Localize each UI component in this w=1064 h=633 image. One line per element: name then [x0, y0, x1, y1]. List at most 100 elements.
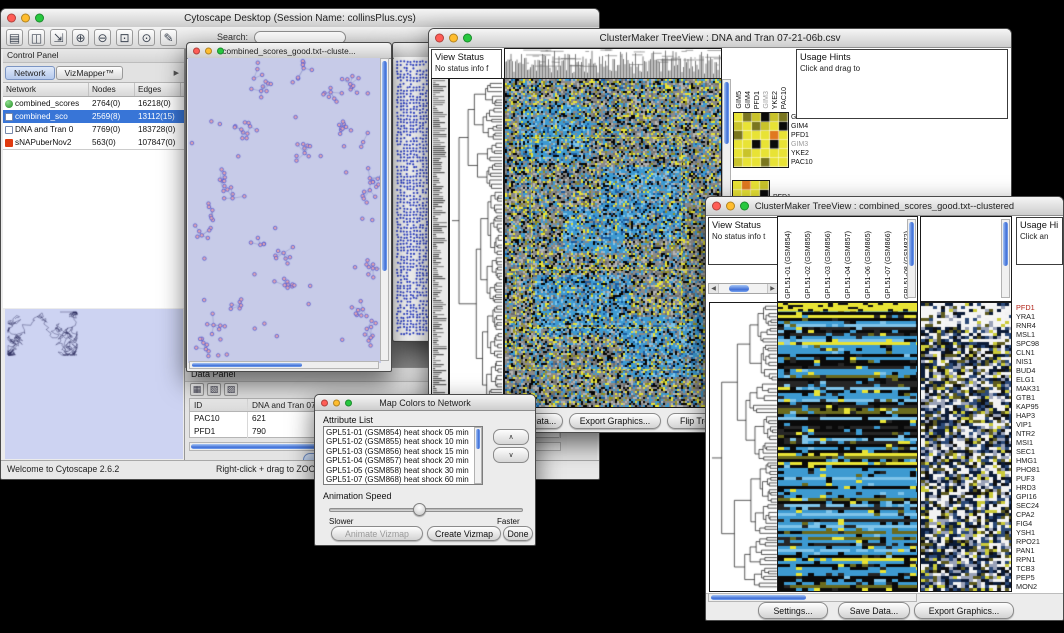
- secondary-header-vscrollbar[interactable]: [1001, 219, 1010, 298]
- dna-column-dendrogram-canvas[interactable]: [505, 49, 721, 78]
- gene-label[interactable]: PAN1: [1016, 546, 1063, 555]
- dna-heatmap-canvas[interactable]: [505, 79, 721, 407]
- settings-button[interactable]: Settings...: [758, 602, 828, 619]
- attribute-item[interactable]: GPL51-05 (GSM858) heat shock 30 min: [326, 466, 480, 475]
- gene-label[interactable]: RPO21: [1016, 537, 1063, 546]
- save-data-button[interactable]: Save Data...: [838, 602, 910, 619]
- attribute-listbox[interactable]: GPL51-01 (GSM854) heat shock 05 min GPL51…: [323, 426, 483, 485]
- gene-label[interactable]: PHO81: [1016, 465, 1063, 474]
- gene-label[interactable]: ELG1: [1016, 375, 1063, 384]
- minimize-button[interactable]: [726, 202, 735, 211]
- gene-label[interactable]: RPN1: [1016, 555, 1063, 564]
- gene-label[interactable]: SEC1: [1016, 447, 1063, 456]
- gene-label[interactable]: SPC98: [1016, 339, 1063, 348]
- zoom-in-icon[interactable]: ⊕: [72, 29, 89, 46]
- create-attribute-icon[interactable]: ▧: [207, 383, 221, 396]
- zoom-out-icon[interactable]: ⊖: [94, 29, 111, 46]
- zoom-button[interactable]: [345, 399, 352, 406]
- close-button[interactable]: [435, 34, 444, 43]
- gene-label[interactable]: TCB3: [1016, 564, 1063, 573]
- network-list-row[interactable]: sNAPuberNov2563(0)107847(0): [3, 136, 184, 149]
- gene-label[interactable]: PUF3: [1016, 474, 1063, 483]
- close-button[interactable]: [193, 47, 200, 54]
- hscroll-thumb[interactable]: [192, 363, 302, 367]
- zoom-selected-icon[interactable]: ⊙: [138, 29, 155, 46]
- col-edges[interactable]: Edges: [135, 83, 181, 96]
- gene-label[interactable]: PFD1: [791, 131, 833, 140]
- gene-label[interactable]: HMG1: [1016, 456, 1063, 465]
- gene-label[interactable]: PFD1: [1016, 303, 1063, 312]
- gene-label[interactable]: HRD3: [1016, 483, 1063, 492]
- gene-label[interactable]: YSH1: [1016, 528, 1063, 537]
- animation-speed-slider[interactable]: [329, 508, 523, 512]
- gene-label[interactable]: BUD4: [1016, 366, 1063, 375]
- gene-label[interactable]: GIM4: [791, 122, 833, 131]
- export-graphics-button[interactable]: Export Graphics...: [569, 413, 661, 429]
- annotation-icon[interactable]: ✎: [160, 29, 177, 46]
- attribute-item[interactable]: GPL51-04 (GSM857) heat shock 20 min: [326, 456, 480, 465]
- animate-vizmap-button[interactable]: Animate Vizmap: [331, 526, 423, 541]
- dna-summary-matrix-canvas[interactable]: [734, 113, 788, 167]
- select-attributes-icon[interactable]: ▦: [190, 383, 204, 396]
- rotated-gene-label[interactable]: GIM3: [761, 49, 770, 111]
- move-down-button[interactable]: ∨: [493, 447, 529, 463]
- hscroll-thumb[interactable]: [711, 595, 806, 600]
- column-header-label[interactable]: GPL51-06 (GSM865): [857, 217, 877, 301]
- rotated-gene-label[interactable]: YKE2: [770, 49, 779, 111]
- gene-label[interactable]: KAP95: [1016, 402, 1063, 411]
- column-header-label[interactable]: GPL51-02 (GSM855): [798, 217, 818, 301]
- attribute-item[interactable]: GPL51-07 (GSM868) heat shock 60 min: [326, 475, 480, 484]
- gene-label[interactable]: GPI16: [1016, 492, 1063, 501]
- secondary-heatmap-canvas[interactable]: [921, 303, 1011, 591]
- column-header-label[interactable]: GPL51-03 (GSM856): [818, 217, 838, 301]
- vscroll-thumb[interactable]: [909, 222, 914, 266]
- delete-attribute-icon[interactable]: ▨: [224, 383, 238, 396]
- gene-label[interactable]: NIS1: [1016, 357, 1063, 366]
- gene-label[interactable]: CLN1: [1016, 348, 1063, 357]
- col-nodes[interactable]: Nodes: [89, 83, 135, 96]
- network-hscrollbar[interactable]: [189, 361, 379, 369]
- close-button[interactable]: [7, 14, 16, 23]
- done-button[interactable]: Done: [503, 526, 533, 541]
- gene-label[interactable]: MSI1: [1016, 438, 1063, 447]
- gene-label[interactable]: VIP1: [1016, 420, 1063, 429]
- zoom-fit-icon[interactable]: ⊡: [116, 29, 133, 46]
- treeview-dna-titlebar[interactable]: ClusterMaker TreeView : DNA and Tran 07-…: [429, 29, 1011, 48]
- gene-label[interactable]: PAC10: [791, 158, 833, 167]
- front-hscrollbar[interactable]: ◀ ▶: [708, 283, 778, 294]
- zoom-button[interactable]: [463, 34, 472, 43]
- treeview-combined-titlebar[interactable]: ClusterMaker TreeView : combined_scores_…: [706, 197, 1063, 216]
- tab-network[interactable]: Network: [5, 66, 55, 80]
- close-button[interactable]: [712, 202, 721, 211]
- rotated-gene-label[interactable]: PAC10: [779, 49, 788, 111]
- minimize-button[interactable]: [449, 34, 458, 43]
- header-vscrollbar[interactable]: [907, 219, 916, 298]
- move-up-button[interactable]: ∧: [493, 429, 529, 445]
- cytoscape-titlebar[interactable]: Cytoscape Desktop (Session Name: collins…: [1, 9, 599, 28]
- vscroll-thumb[interactable]: [724, 82, 729, 144]
- gene-label[interactable]: FIG4: [1016, 519, 1063, 528]
- tab-overflow-icon[interactable]: ▶: [174, 69, 182, 77]
- network-list-row[interactable]: DNA and Tran 07769(0)183728(0): [3, 123, 184, 136]
- slider-thumb[interactable]: [413, 503, 426, 516]
- row-dendrogram-canvas[interactable]: [710, 303, 778, 591]
- col-id[interactable]: ID: [190, 399, 248, 411]
- hscroll-thumb[interactable]: [729, 285, 749, 292]
- column-header-label[interactable]: GPL51-07 (GSM866): [877, 217, 897, 301]
- gene-label[interactable]: MON2: [1016, 582, 1063, 591]
- gene-label[interactable]: MAK31: [1016, 384, 1063, 393]
- gene-label[interactable]: GIM3: [791, 140, 833, 149]
- rotated-gene-label[interactable]: GIM4: [743, 49, 752, 111]
- create-vizmap-button[interactable]: Create Vizmap: [427, 526, 501, 541]
- attribute-item[interactable]: GPL51-01 (GSM854) heat shock 05 min: [326, 428, 480, 437]
- network-list-row[interactable]: combined_scores2764(0)16218(0): [3, 97, 184, 110]
- gene-label[interactable]: CPA2: [1016, 510, 1063, 519]
- minimize-button[interactable]: [21, 14, 30, 23]
- rotated-gene-label[interactable]: PFD1: [752, 49, 761, 111]
- import-icon[interactable]: ⇲: [50, 29, 67, 46]
- gene-label[interactable]: YRA1: [1016, 312, 1063, 321]
- column-header-label[interactable]: GPL51-01 (GSM854): [778, 217, 798, 301]
- gene-label[interactable]: GTB1: [1016, 393, 1063, 402]
- attribute-item[interactable]: GPL51-03 (GSM856) heat shock 15 min: [326, 447, 480, 456]
- save-icon[interactable]: ◫: [28, 29, 45, 46]
